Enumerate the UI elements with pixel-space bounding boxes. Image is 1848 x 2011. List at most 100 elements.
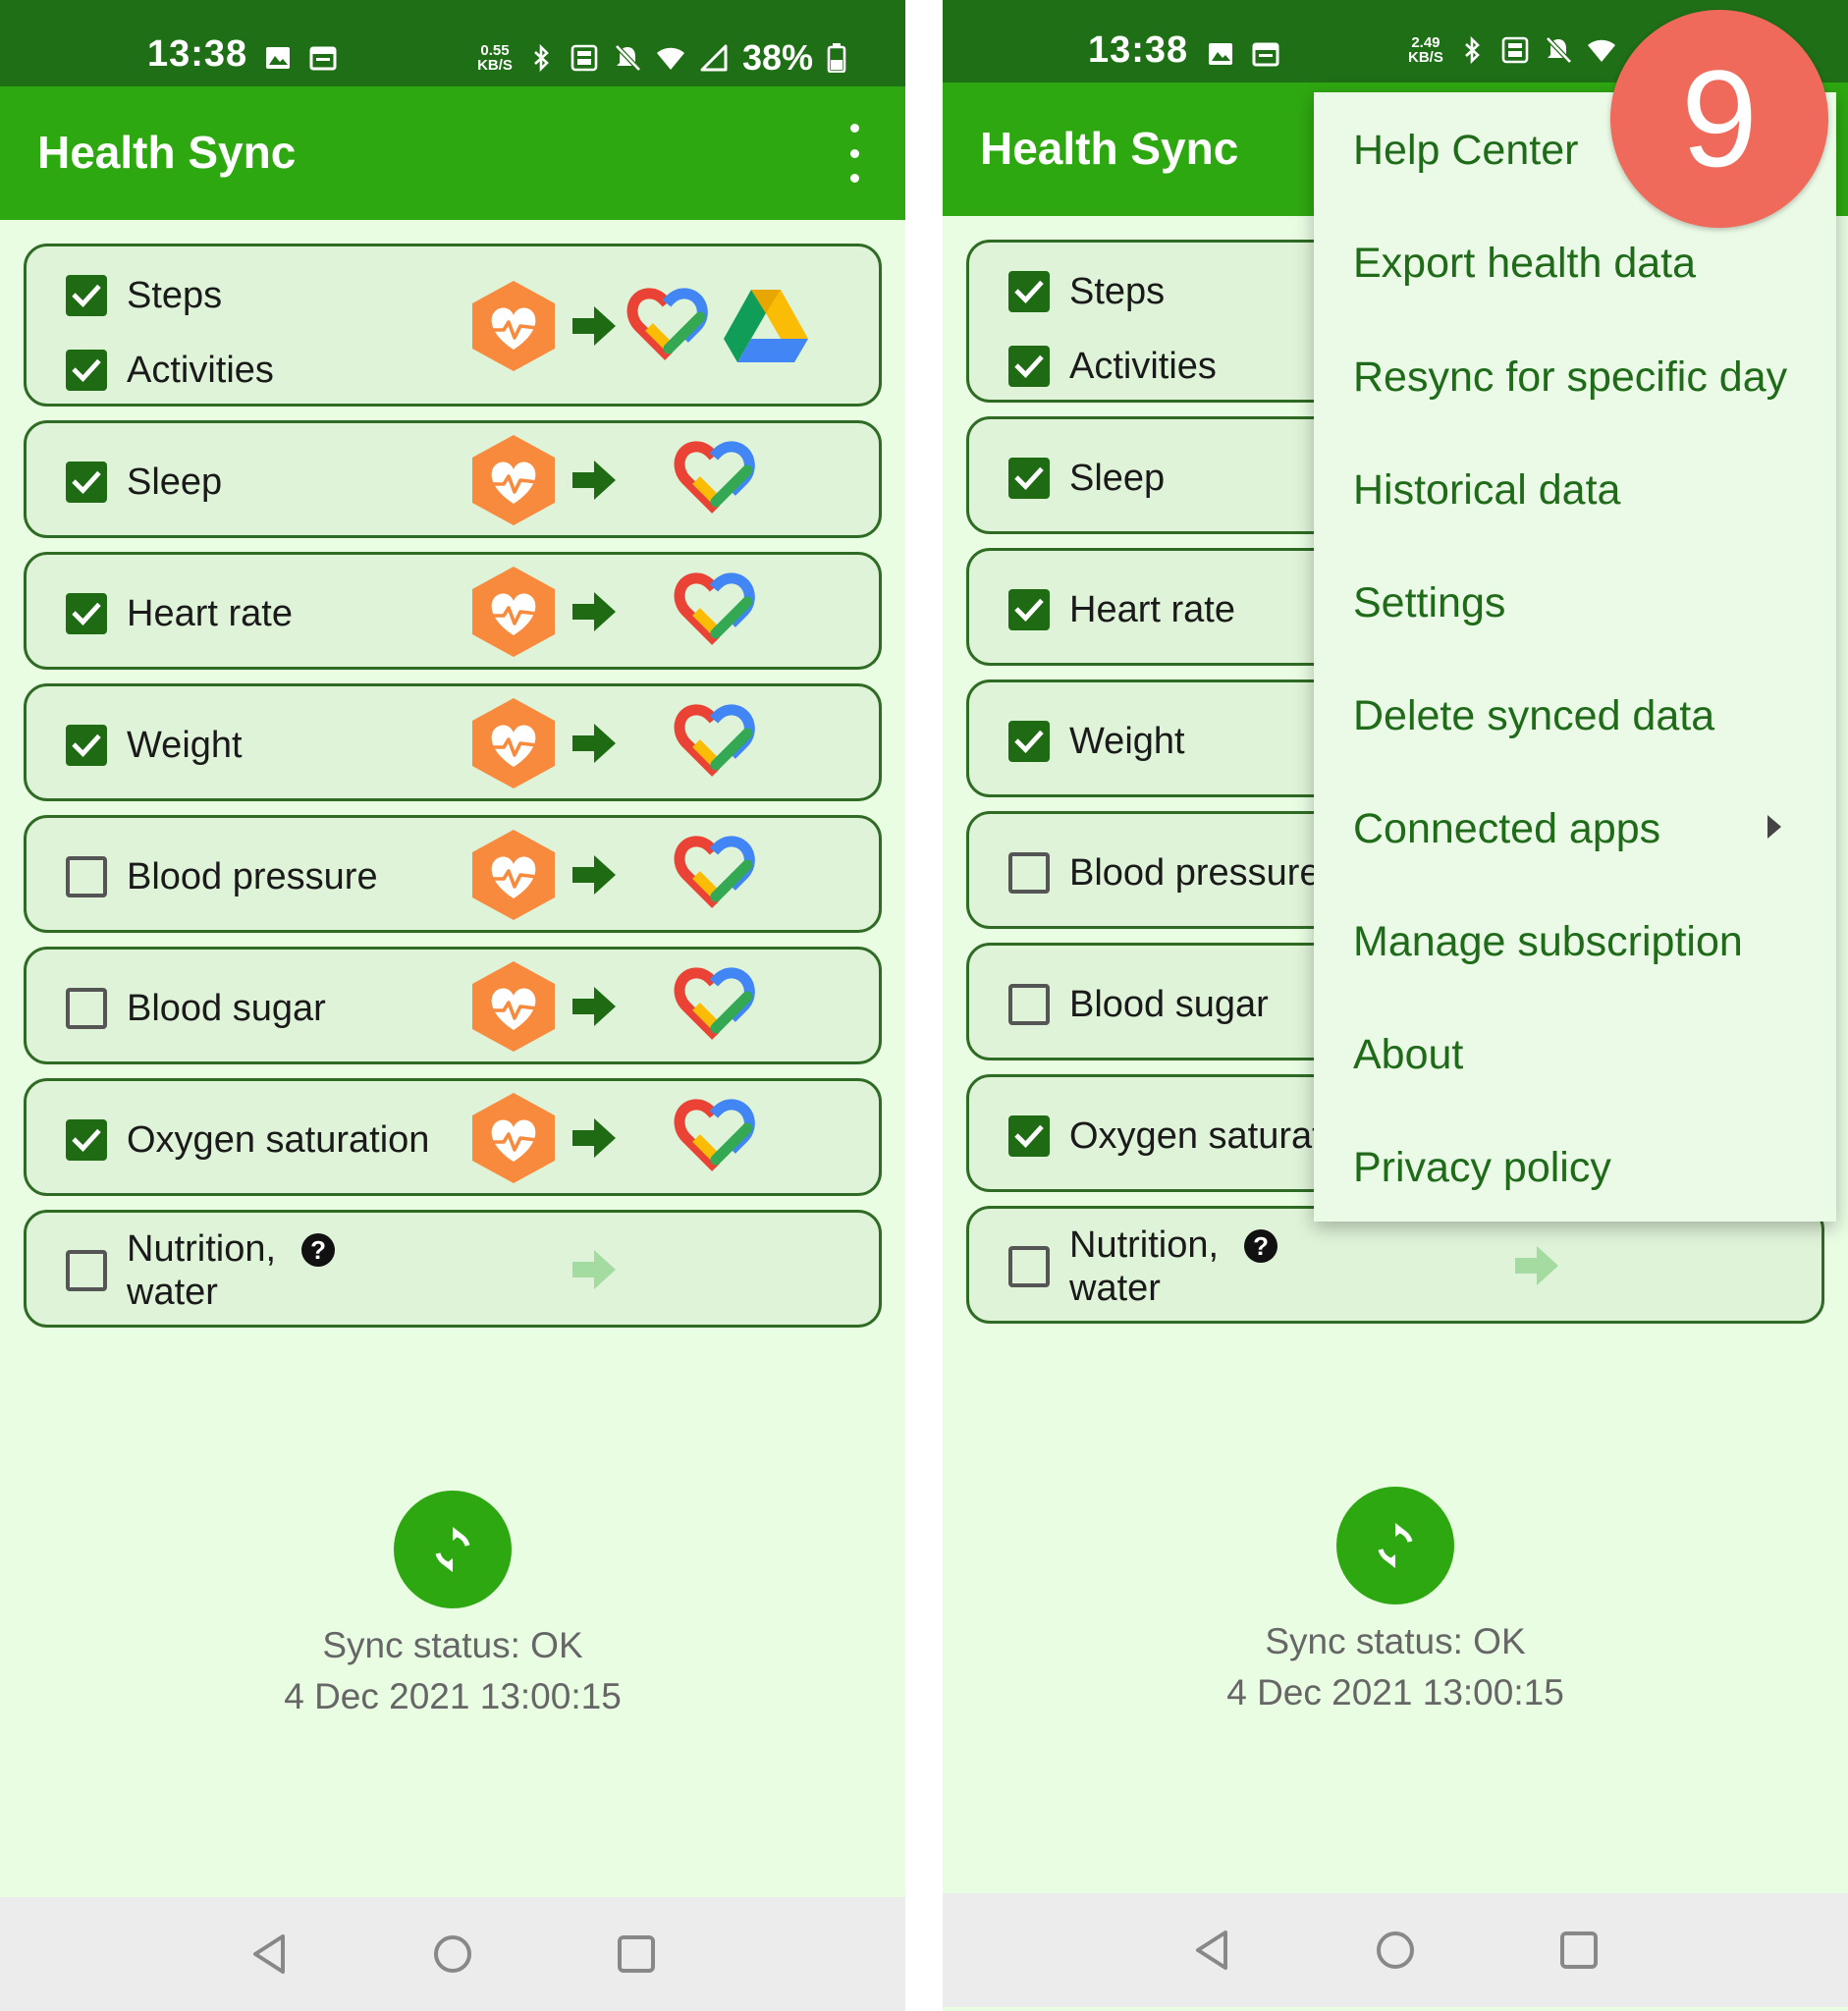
- menu-item-historical-data[interactable]: Historical data: [1353, 465, 1620, 515]
- row-sleep: Sleep: [24, 420, 882, 538]
- health-source-icon: [468, 433, 559, 527]
- checkbox-nutrition-water[interactable]: [1008, 1246, 1050, 1287]
- menu-item-help-center[interactable]: Help Center: [1353, 126, 1578, 175]
- checkbox-blood-pressure[interactable]: [66, 856, 107, 897]
- home-icon[interactable]: [429, 1930, 476, 1978]
- label-weight: Weight: [1069, 721, 1185, 762]
- checkbox-heart-rate-line[interactable]: Heart rate: [66, 592, 293, 635]
- health-source-icon: [468, 828, 559, 922]
- status-bar: 13:38 0.55 KB/S 38%: [0, 0, 905, 86]
- row-weight: Weight: [24, 683, 882, 801]
- checkbox-activities-line[interactable]: Activities: [1008, 345, 1217, 388]
- volte-icon: [570, 43, 599, 73]
- row-blood-sugar: Blood sugar: [24, 947, 882, 1064]
- bluetooth-icon: [526, 43, 556, 73]
- checkbox-blood-sugar[interactable]: [1008, 984, 1050, 1025]
- checkbox-sleep[interactable]: [66, 462, 107, 503]
- submenu-arrow-icon: [1767, 815, 1781, 839]
- menu-item-settings[interactable]: Settings: [1353, 578, 1505, 627]
- label-activities: Activities: [1069, 346, 1217, 387]
- menu-item-delete-synced-data[interactable]: Delete synced data: [1353, 691, 1714, 740]
- checkbox-sleep[interactable]: [1008, 458, 1050, 499]
- checkbox-weight-line[interactable]: Weight: [1008, 720, 1185, 763]
- menu-item-export-health-data[interactable]: Export health data: [1353, 239, 1696, 288]
- label-blood-sugar: Blood sugar: [1069, 984, 1269, 1025]
- label-oxygen-saturation: Oxygen saturat: [1069, 1115, 1323, 1157]
- menu-item-about[interactable]: About: [1353, 1030, 1463, 1079]
- google-fit-icon[interactable]: [673, 700, 761, 781]
- checkbox-blood-sugar-line[interactable]: Blood sugar: [66, 987, 326, 1030]
- checkbox-oxygen-saturation[interactable]: [66, 1119, 107, 1161]
- checkbox-steps[interactable]: [66, 275, 107, 316]
- recents-icon[interactable]: [1555, 1927, 1603, 1974]
- home-icon[interactable]: [1372, 1927, 1419, 1974]
- google-fit-icon[interactable]: [673, 569, 761, 649]
- arrow-icon: [571, 720, 618, 767]
- checkbox-nutrition-line[interactable]: Nutrition, water ?: [66, 1227, 336, 1314]
- google-fit-icon[interactable]: [625, 284, 714, 364]
- row-oxygen-saturation: Oxygen saturation: [24, 1078, 882, 1196]
- checkbox-weight[interactable]: [66, 725, 107, 766]
- checkbox-activities-line[interactable]: Activities: [66, 349, 274, 392]
- checkbox-sleep-line[interactable]: Sleep: [1008, 457, 1165, 500]
- checkbox-heart-rate-line[interactable]: Heart rate: [1008, 588, 1235, 631]
- overflow-menu-button[interactable]: [842, 124, 866, 183]
- checkbox-blood-sugar[interactable]: [66, 988, 107, 1029]
- sync-button[interactable]: [1336, 1487, 1454, 1604]
- checkbox-steps-line[interactable]: Steps: [66, 274, 222, 317]
- row-nutrition-water: Nutrition, water ?: [24, 1210, 882, 1328]
- sync-timestamp: 4 Dec 2021 13:00:15: [284, 1676, 622, 1716]
- checkbox-activities[interactable]: [66, 350, 107, 391]
- help-icon[interactable]: ?: [1244, 1229, 1278, 1263]
- google-fit-icon[interactable]: [673, 1095, 761, 1175]
- checkbox-blood-pressure[interactable]: [1008, 852, 1050, 894]
- checkbox-weight[interactable]: [1008, 721, 1050, 762]
- google-drive-icon[interactable]: [722, 286, 810, 364]
- label-steps: Steps: [1069, 271, 1166, 312]
- menu-item-resync-specific-day[interactable]: Resync for specific day: [1353, 353, 1787, 402]
- checkbox-steps[interactable]: [1008, 271, 1050, 312]
- label-nutrition-water: Nutrition, water: [1069, 1224, 1220, 1309]
- google-fit-icon[interactable]: [673, 437, 761, 517]
- checkbox-blood-pressure-line[interactable]: Blood pressure: [1008, 851, 1321, 895]
- label-weight: Weight: [127, 725, 243, 766]
- image-icon: [263, 43, 293, 73]
- checkbox-nutrition-line[interactable]: Nutrition, water ?: [1008, 1223, 1278, 1310]
- menu-item-manage-subscription[interactable]: Manage subscription: [1353, 917, 1743, 966]
- navigation-bar: [943, 1893, 1848, 2007]
- calendar-icon: [1251, 39, 1280, 69]
- arrow-icon: [571, 983, 618, 1030]
- signal-icon: [699, 43, 729, 73]
- checkbox-oxygen-saturation[interactable]: [1008, 1115, 1050, 1157]
- checkbox-nutrition-water[interactable]: [66, 1250, 107, 1291]
- google-fit-icon[interactable]: [673, 963, 761, 1044]
- recents-icon[interactable]: [613, 1930, 660, 1978]
- health-source-icon: [468, 279, 559, 373]
- back-icon[interactable]: [247, 1930, 295, 1978]
- help-icon[interactable]: ?: [301, 1233, 336, 1267]
- checkbox-weight-line[interactable]: Weight: [66, 724, 243, 767]
- arrow-icon: [571, 457, 618, 504]
- sync-button[interactable]: [394, 1491, 512, 1608]
- label-blood-pressure: Blood pressure: [127, 856, 378, 897]
- arrow-icon: [571, 302, 618, 350]
- checkbox-activities[interactable]: [1008, 346, 1050, 387]
- health-source-icon: [468, 1091, 559, 1185]
- step-number-badge: 9: [1610, 10, 1828, 228]
- image-icon: [1206, 39, 1235, 69]
- checkbox-heart-rate[interactable]: [66, 593, 107, 634]
- checkbox-heart-rate[interactable]: [1008, 589, 1050, 630]
- menu-item-connected-apps[interactable]: Connected apps: [1353, 804, 1660, 853]
- checkbox-oxygen-line[interactable]: Oxygen saturat: [1008, 1114, 1323, 1158]
- checkbox-blood-pressure-line[interactable]: Blood pressure: [66, 855, 378, 898]
- back-icon[interactable]: [1190, 1927, 1237, 1974]
- checkbox-oxygen-line[interactable]: Oxygen saturation: [66, 1118, 429, 1162]
- checkbox-sleep-line[interactable]: Sleep: [66, 461, 222, 504]
- google-fit-icon[interactable]: [673, 832, 761, 912]
- app-title: Health Sync: [37, 127, 297, 178]
- navigation-bar: [0, 1897, 905, 2011]
- checkbox-steps-line[interactable]: Steps: [1008, 270, 1165, 313]
- menu-item-privacy-policy[interactable]: Privacy policy: [1353, 1143, 1611, 1192]
- checkbox-blood-sugar-line[interactable]: Blood sugar: [1008, 983, 1269, 1026]
- health-source-icon: [468, 696, 559, 790]
